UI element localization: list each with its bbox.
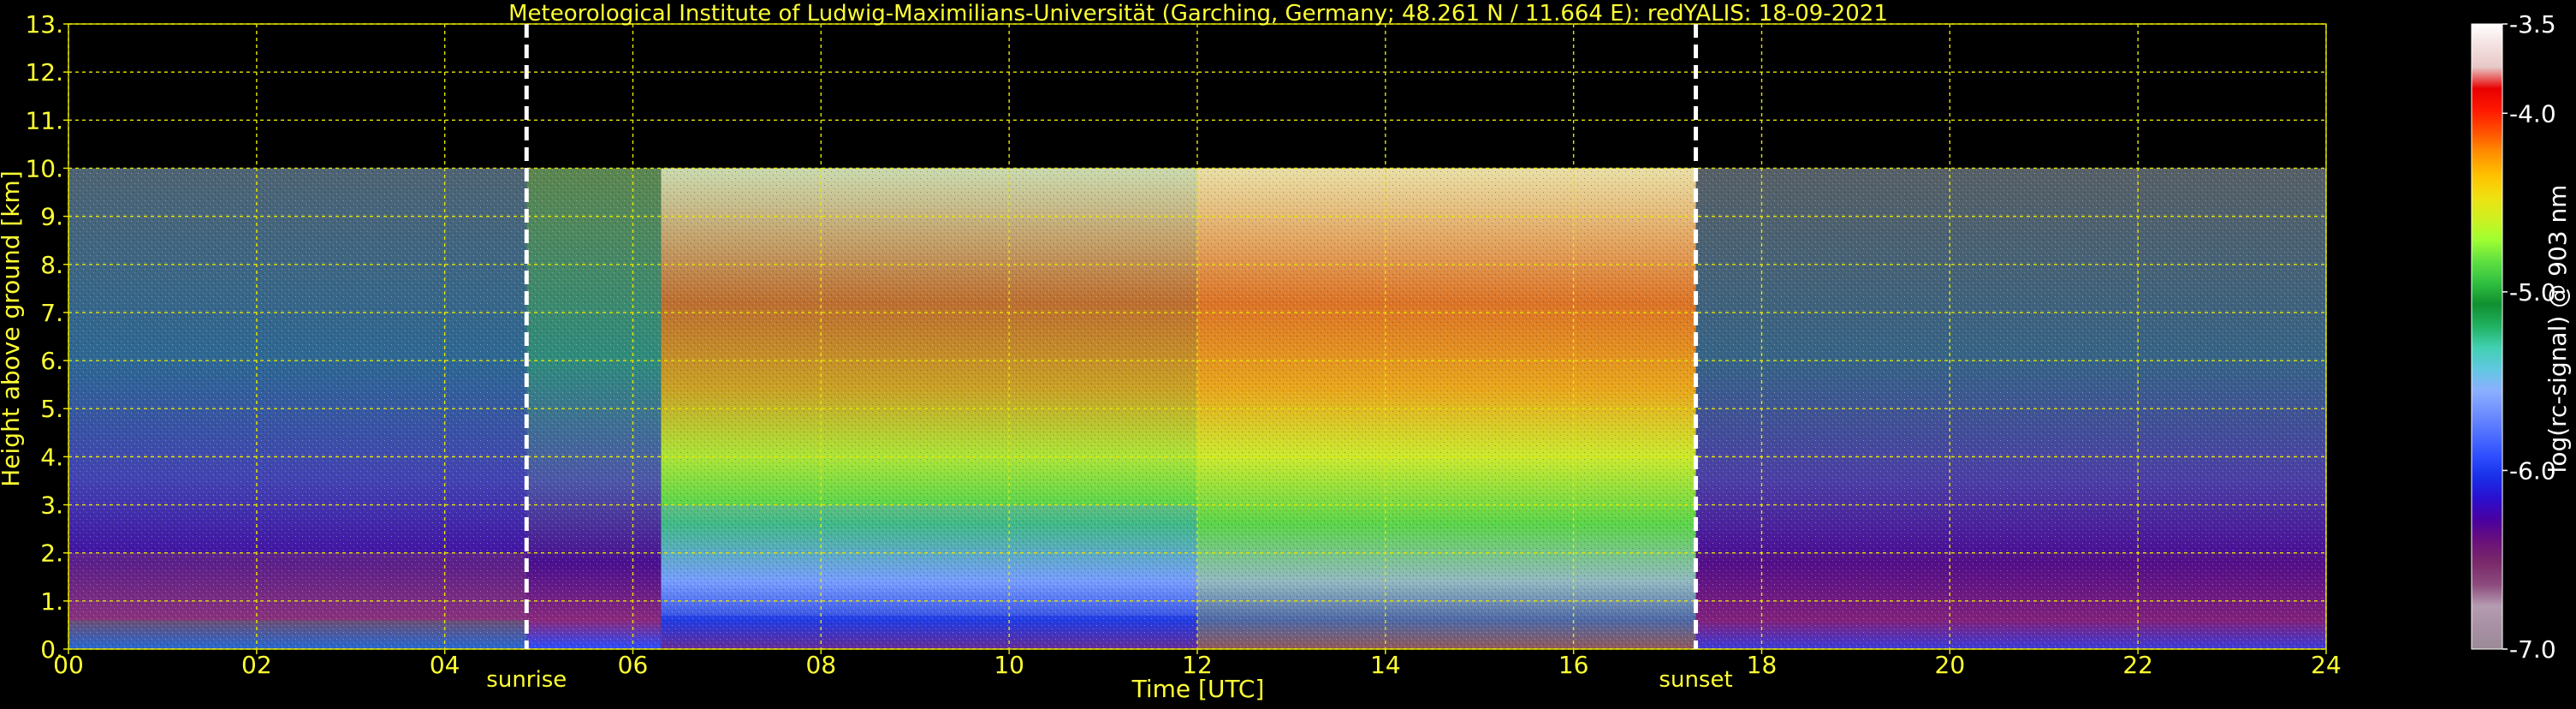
y-tick-label: 10. <box>25 154 63 182</box>
y-tick-label: 3. <box>40 492 63 520</box>
x-tick-label: 02 <box>241 651 272 679</box>
marker-label-sunset: sunset <box>1659 667 1732 693</box>
y-tick-label: 7. <box>40 299 63 327</box>
colorbar-tick-label: -3.5 <box>2509 10 2556 39</box>
x-tick-label: 22 <box>2122 651 2153 679</box>
colorbar-scale <box>2471 23 2503 650</box>
colorbar-tick-label: -7.0 <box>2509 635 2556 664</box>
y-tick-label: 1. <box>40 587 63 616</box>
y-tick-label: 4. <box>40 443 63 471</box>
y-tick-label: 5. <box>40 395 63 423</box>
x-tick-label: 18 <box>1747 651 1778 679</box>
y-tick-label: 0. <box>40 635 63 664</box>
y-tick-label: 9. <box>40 203 63 231</box>
x-tick-label: 04 <box>430 651 460 679</box>
colorbar-tick-label: -4.0 <box>2509 99 2556 128</box>
y-axis-label: Height above ground [km] <box>0 170 25 487</box>
x-tick-label: 08 <box>806 651 837 679</box>
x-tick-label: 14 <box>1370 651 1401 679</box>
x-tick-label: 16 <box>1558 651 1589 679</box>
marker-label-sunrise: sunrise <box>486 667 567 693</box>
chart-title: Meteorological Institute of Ludwig-Maxim… <box>508 1 1888 27</box>
x-tick-label: 20 <box>1935 651 1966 679</box>
y-tick-label: 13. <box>25 10 63 39</box>
y-tick-label: 2. <box>40 539 63 568</box>
y-tick-label: 6. <box>40 347 63 375</box>
chart-svg: sunrise sunset 00 02 04 06 08 10 12 14 16 18 20 22 24… <box>0 1 2572 703</box>
lidar-chart: sunrise sunset 00 02 04 06 08 10 12 14 16 18 20 22 24… <box>0 0 2576 706</box>
x-tick-label: 10 <box>994 651 1024 679</box>
y-tick-label: 12. <box>25 58 63 86</box>
x-axis-label: Time [UTC] <box>1131 675 1265 703</box>
y-tick-label: 8. <box>40 251 63 279</box>
y-tick-label: 11. <box>25 106 63 134</box>
x-tick-label: 24 <box>2311 651 2342 679</box>
x-tick-label: 06 <box>618 651 649 679</box>
colorbar-label: log(rc-signal) @ 903 nm <box>2543 185 2572 474</box>
